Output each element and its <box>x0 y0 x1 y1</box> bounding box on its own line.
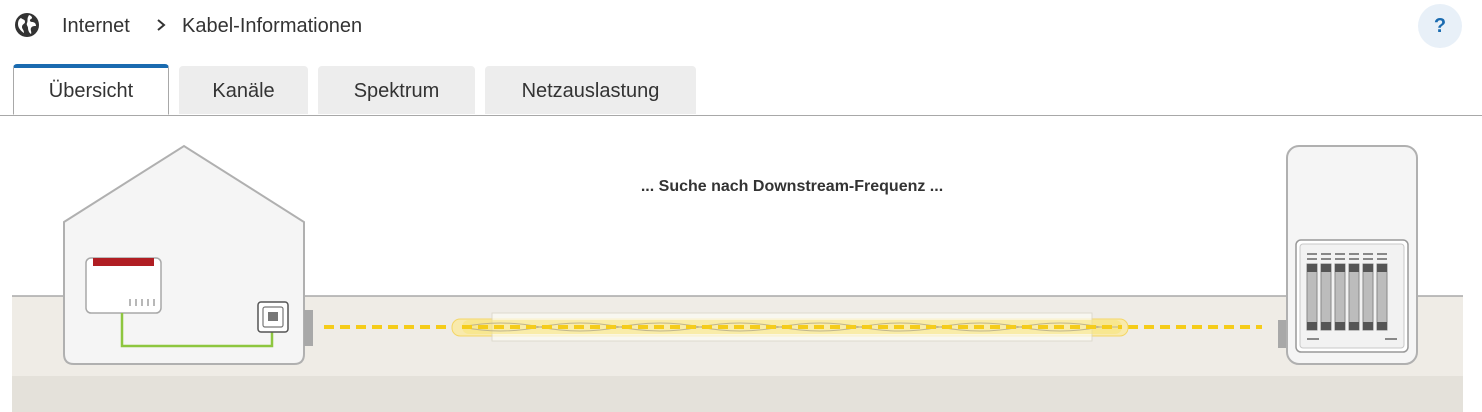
page-title: Kabel-Informationen <box>182 15 363 37</box>
tab-kanaele[interactable]: Kanäle <box>179 66 308 114</box>
connection-diagram: ... Suche nach Downstream-Frequenz ... <box>0 116 1482 412</box>
cable-tube <box>451 312 1129 342</box>
status-message: ... Suche nach Downstream-Frequenz ... <box>640 178 944 195</box>
router-icon <box>85 257 162 314</box>
ground-lower <box>12 376 1463 412</box>
breadcrumb-internet[interactable]: Internet <box>62 13 130 39</box>
header: Internet Kabel-Informationen ? <box>0 0 1482 52</box>
chevron-right-icon <box>157 19 166 31</box>
tab-uebersicht[interactable]: Übersicht <box>13 64 169 115</box>
cable-socket-icon <box>257 301 289 333</box>
tab-bar: Übersicht Kanäle Spektrum Netzauslastung <box>0 64 1482 116</box>
tab-netzauslastung[interactable]: Netzauslastung <box>485 66 696 114</box>
globe-icon <box>15 13 39 37</box>
tab-spektrum[interactable]: Spektrum <box>318 66 475 114</box>
help-button[interactable]: ? <box>1418 4 1462 48</box>
